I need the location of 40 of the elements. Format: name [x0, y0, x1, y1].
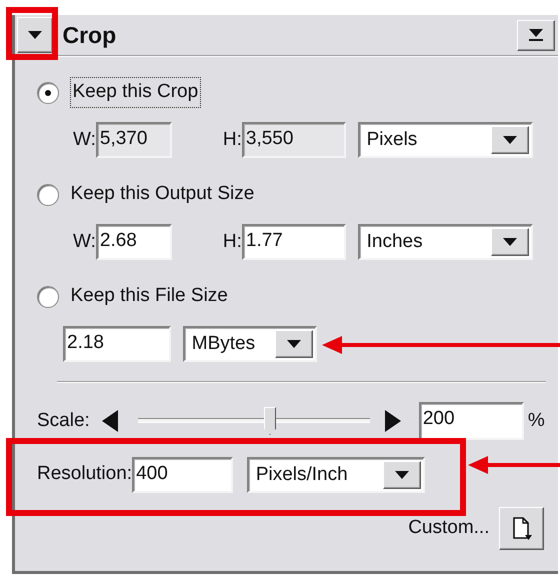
resolution-label: Resolution: [37, 462, 132, 486]
radio-button[interactable] [37, 184, 59, 206]
caret-icon [502, 238, 517, 246]
width-field[interactable]: 5,370 [96, 122, 172, 158]
width-label: W: [73, 230, 96, 254]
decrease-arrow-icon[interactable] [102, 410, 118, 432]
radio-label: Keep this File Size [70, 284, 228, 308]
caret-icon [395, 470, 410, 478]
height-label: H: [222, 128, 242, 152]
width-field[interactable]: 2.68 [96, 224, 172, 260]
menu-caret-icon [528, 28, 544, 42]
scale-label: Scale: [37, 408, 90, 433]
radio-label: Keep this Output Size [70, 182, 254, 206]
panel-menu-button[interactable] [517, 20, 555, 50]
collapse-button[interactable] [17, 17, 53, 53]
height-label: H: [222, 230, 242, 254]
custom-button[interactable] [499, 507, 544, 550]
height-field[interactable]: 1.77 [242, 224, 346, 260]
radio-label: Keep this Crop [70, 78, 200, 107]
unit-dropdown[interactable]: MBytes [183, 326, 317, 362]
unit-dropdown[interactable]: Pixels [358, 122, 533, 158]
increase-arrow-icon[interactable] [384, 410, 401, 432]
file-size-field[interactable]: 2.18 [63, 326, 171, 362]
caret-icon [287, 340, 301, 348]
resolution-field[interactable]: 400 [132, 456, 234, 492]
height-field[interactable]: 3,550 [242, 122, 346, 158]
unit-dropdown[interactable]: Pixels/Inch [247, 456, 426, 492]
scale-field[interactable]: 200 [418, 402, 524, 440]
radio-button[interactable] [37, 286, 59, 308]
unit-dropdown[interactable]: Inches [358, 224, 533, 260]
width-label: W: [73, 128, 96, 152]
page-icon [512, 516, 532, 540]
caret-icon [28, 31, 42, 39]
percent-label: % [528, 408, 545, 433]
slider-thumb[interactable] [264, 407, 276, 435]
caret-icon [502, 136, 517, 144]
slider-track[interactable] [138, 407, 370, 435]
radio-button[interactable] [37, 82, 59, 104]
custom-label: Custom... [408, 516, 490, 540]
panel-title: Crop [62, 20, 116, 50]
